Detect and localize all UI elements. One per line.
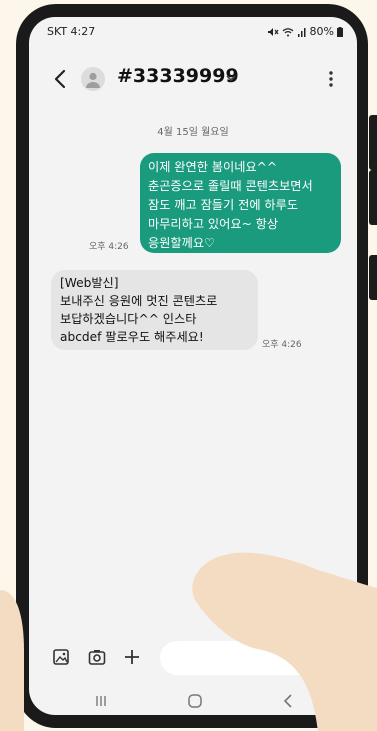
left-hand <box>0 590 24 731</box>
hands-illustration <box>0 552 377 731</box>
right-hand-thumb <box>192 552 377 731</box>
